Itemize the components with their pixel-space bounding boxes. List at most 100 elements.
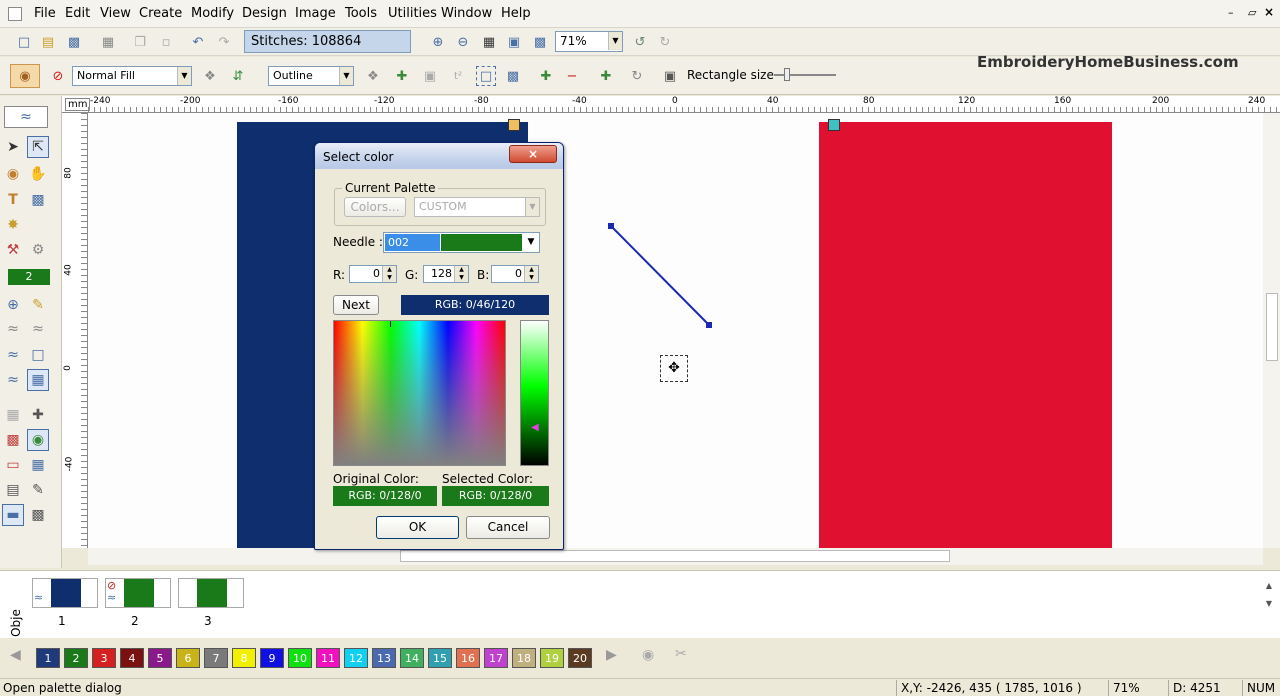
- crosshair-icon[interactable]: ✚: [27, 404, 49, 426]
- new-icon[interactable]: □: [14, 32, 34, 52]
- menu-window[interactable]: Window: [441, 6, 492, 21]
- scissors-icon[interactable]: ✂: [675, 646, 687, 662]
- shape-icon[interactable]: ▩: [27, 189, 49, 211]
- object-thumbnail[interactable]: [178, 578, 244, 608]
- palette-swatch[interactable]: 16: [456, 648, 480, 668]
- needle-select[interactable]: 002 ▼: [383, 232, 540, 253]
- move-icon[interactable]: ✥: [660, 355, 688, 382]
- spin-arrows-icon[interactable]: ▲ ▼: [454, 266, 468, 282]
- fill-properties-icon[interactable]: ❖: [200, 66, 220, 86]
- palette-swatch[interactable]: 20: [568, 648, 592, 668]
- palette-swatch[interactable]: 9: [260, 648, 284, 668]
- palette-swatch[interactable]: 4: [120, 648, 144, 668]
- rotate-icon[interactable]: ↻: [627, 66, 647, 86]
- palette-swatch[interactable]: 11: [316, 648, 340, 668]
- palette-prev-icon[interactable]: ◀: [10, 647, 21, 663]
- outline-properties-icon[interactable]: ❖: [363, 66, 383, 86]
- zoom-in-icon[interactable]: ⊕: [428, 32, 448, 52]
- zoom-all-icon[interactable]: ▣: [504, 32, 524, 52]
- open-icon[interactable]: ▤: [38, 32, 58, 52]
- edit-image-icon[interactable]: ✎: [27, 479, 49, 501]
- print-icon[interactable]: ▦: [98, 32, 118, 52]
- design-canvas[interactable]: ✥: [88, 113, 1263, 548]
- menu-create[interactable]: Create: [139, 6, 182, 21]
- hand-icon[interactable]: ✋: [27, 163, 49, 185]
- eraser-icon[interactable]: ▩: [2, 429, 24, 451]
- palette-swatch[interactable]: 8: [232, 648, 256, 668]
- zoom-back-icon[interactable]: ↺: [630, 32, 650, 52]
- pattern-icon[interactable]: ≈: [2, 369, 24, 391]
- object-thumbnail[interactable]: ≈: [32, 578, 98, 608]
- no-fill-icon[interactable]: ⊘: [48, 66, 68, 86]
- ruler-icon[interactable]: ▬: [2, 504, 24, 526]
- menu-utilities[interactable]: Utilities: [388, 6, 437, 21]
- colors-button[interactable]: Colors...: [344, 197, 406, 217]
- b-spinner[interactable]: 0 ▲ ▼: [491, 265, 539, 283]
- palette-swatch[interactable]: 2: [64, 648, 88, 668]
- palette-swatch[interactable]: 15: [428, 648, 452, 668]
- fill-direction-icon[interactable]: ⇵: [228, 66, 248, 86]
- paste-icon[interactable]: ▫: [156, 32, 176, 52]
- vertical-scrollbar[interactable]: [1263, 113, 1280, 548]
- spin-arrows-icon[interactable]: ▲ ▼: [524, 266, 538, 282]
- current-needle[interactable]: 2: [8, 269, 50, 285]
- pointer-icon[interactable]: ➤: [2, 136, 24, 158]
- ok-button[interactable]: OK: [376, 516, 459, 539]
- palette-swatch[interactable]: 3: [92, 648, 116, 668]
- r-spinner[interactable]: 0 ▲ ▼: [349, 265, 397, 283]
- palette-next-icon[interactable]: ▶: [606, 647, 617, 663]
- palette-swatch[interactable]: 18: [512, 648, 536, 668]
- g-spinner[interactable]: 128 ▲ ▼: [423, 265, 469, 283]
- spool-icon[interactable]: ◉: [642, 647, 654, 663]
- image-icon[interactable]: ▤: [2, 479, 24, 501]
- grid-small-icon[interactable]: ▦: [2, 404, 24, 426]
- palette-swatch[interactable]: 12: [344, 648, 368, 668]
- zoom-out-icon[interactable]: ⊖: [453, 32, 473, 52]
- grid-icon[interactable]: ▦: [27, 454, 49, 476]
- palette-swatch[interactable]: 1: [36, 648, 60, 668]
- add-node-icon[interactable]: ✚: [392, 66, 412, 86]
- menu-edit[interactable]: Edit: [65, 6, 90, 21]
- transform-icon[interactable]: ▩: [503, 66, 523, 86]
- node-edit-icon[interactable]: ⇱: [27, 136, 49, 158]
- zigzag-icon[interactable]: ≈: [2, 344, 24, 366]
- monitor-icon[interactable]: ▦: [27, 369, 49, 391]
- next-button[interactable]: Next: [333, 295, 379, 315]
- zoom-forward-icon[interactable]: ↻: [655, 32, 675, 52]
- undo-icon[interactable]: ↶: [188, 32, 208, 52]
- palette-swatch[interactable]: 14: [400, 648, 424, 668]
- object-properties-icon[interactable]: ▣: [420, 66, 440, 86]
- horizontal-scrollbar[interactable]: [88, 548, 1263, 565]
- stitch-line[interactable]: [88, 113, 1263, 548]
- settings-icon[interactable]: ⚙: [27, 239, 49, 261]
- palette-swatch[interactable]: 10: [288, 648, 312, 668]
- menu-image[interactable]: Image: [295, 6, 336, 21]
- dialog-titlebar[interactable]: Select color ×: [315, 143, 563, 169]
- magnify-icon[interactable]: ⊕: [2, 294, 24, 316]
- machine-icon[interactable]: ▩: [27, 504, 49, 526]
- cancel-button[interactable]: Cancel: [466, 516, 550, 539]
- redo-icon[interactable]: ↷: [214, 32, 234, 52]
- palette-swatch[interactable]: 7: [204, 648, 228, 668]
- minimize-icon[interactable]: –: [1228, 6, 1234, 19]
- menu-file[interactable]: File: [34, 6, 56, 21]
- palette-select[interactable]: CUSTOM ▼: [414, 197, 540, 217]
- palette-swatch[interactable]: 13: [372, 648, 396, 668]
- close-icon[interactable]: ×: [509, 145, 557, 163]
- zoom-100-icon[interactable]: ▩: [530, 32, 550, 52]
- text-tool-icon[interactable]: T: [2, 189, 24, 211]
- palette-swatch[interactable]: 19: [540, 648, 564, 668]
- luminance-slider[interactable]: ◀: [520, 320, 549, 466]
- outline-type-select[interactable]: Outline ▼: [268, 66, 354, 86]
- palette-swatch[interactable]: 6: [176, 648, 200, 668]
- menu-design[interactable]: Design: [242, 6, 287, 21]
- insert-icon[interactable]: ✚: [596, 66, 616, 86]
- power-icon[interactable]: t²: [448, 66, 468, 86]
- hoop-icon[interactable]: ◉: [27, 429, 49, 451]
- fill-tool-icon[interactable]: ◉: [10, 64, 40, 88]
- menu-view[interactable]: View: [100, 6, 131, 21]
- zoom-fit-icon[interactable]: ▦: [479, 32, 499, 52]
- outline-icon[interactable]: □: [27, 344, 49, 366]
- fill-icon[interactable]: ◉: [2, 163, 24, 185]
- scroll-thumb[interactable]: [400, 550, 950, 562]
